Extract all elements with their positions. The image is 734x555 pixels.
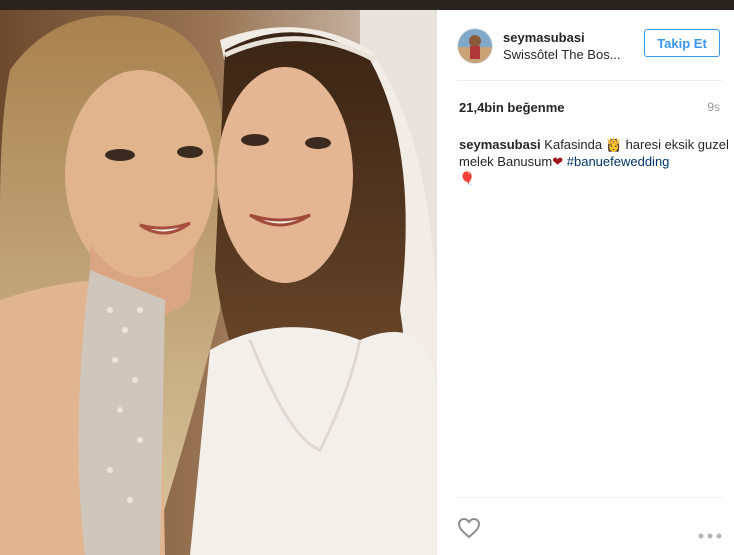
avatar-image (458, 29, 492, 63)
avatar[interactable] (457, 28, 493, 64)
photo-illustration (0, 10, 437, 555)
header-divider (457, 80, 722, 81)
footer-divider (457, 497, 722, 498)
post-location[interactable]: Swissôtel The Bos... (503, 47, 621, 62)
crown-emoji: 👸 (605, 137, 622, 152)
heart-outline-icon[interactable] (457, 517, 481, 544)
post-time[interactable]: 9s (707, 100, 720, 114)
caption-text-1: Kafasinda (544, 137, 603, 152)
caption-hashtag[interactable]: #banuefewedding (567, 154, 670, 169)
more-options-icon[interactable] (698, 526, 722, 544)
caption-username[interactable]: seymasubasi (459, 137, 541, 152)
top-strip (0, 0, 734, 10)
heart-emoji: ❤ (552, 154, 564, 169)
post-photo[interactable] (0, 10, 437, 555)
post-panel: seymasubasi Swissôtel The Bos... Takip E… (437, 10, 734, 555)
balloon-emoji: 🎈 (459, 171, 476, 186)
follow-button[interactable]: Takip Et (644, 29, 720, 57)
likes-count[interactable]: 21,4bin beğenme (459, 100, 564, 115)
post-username[interactable]: seymasubasi (503, 30, 585, 45)
caption: seymasubasi Kafasinda 👸 haresi eksik guz… (459, 136, 731, 187)
